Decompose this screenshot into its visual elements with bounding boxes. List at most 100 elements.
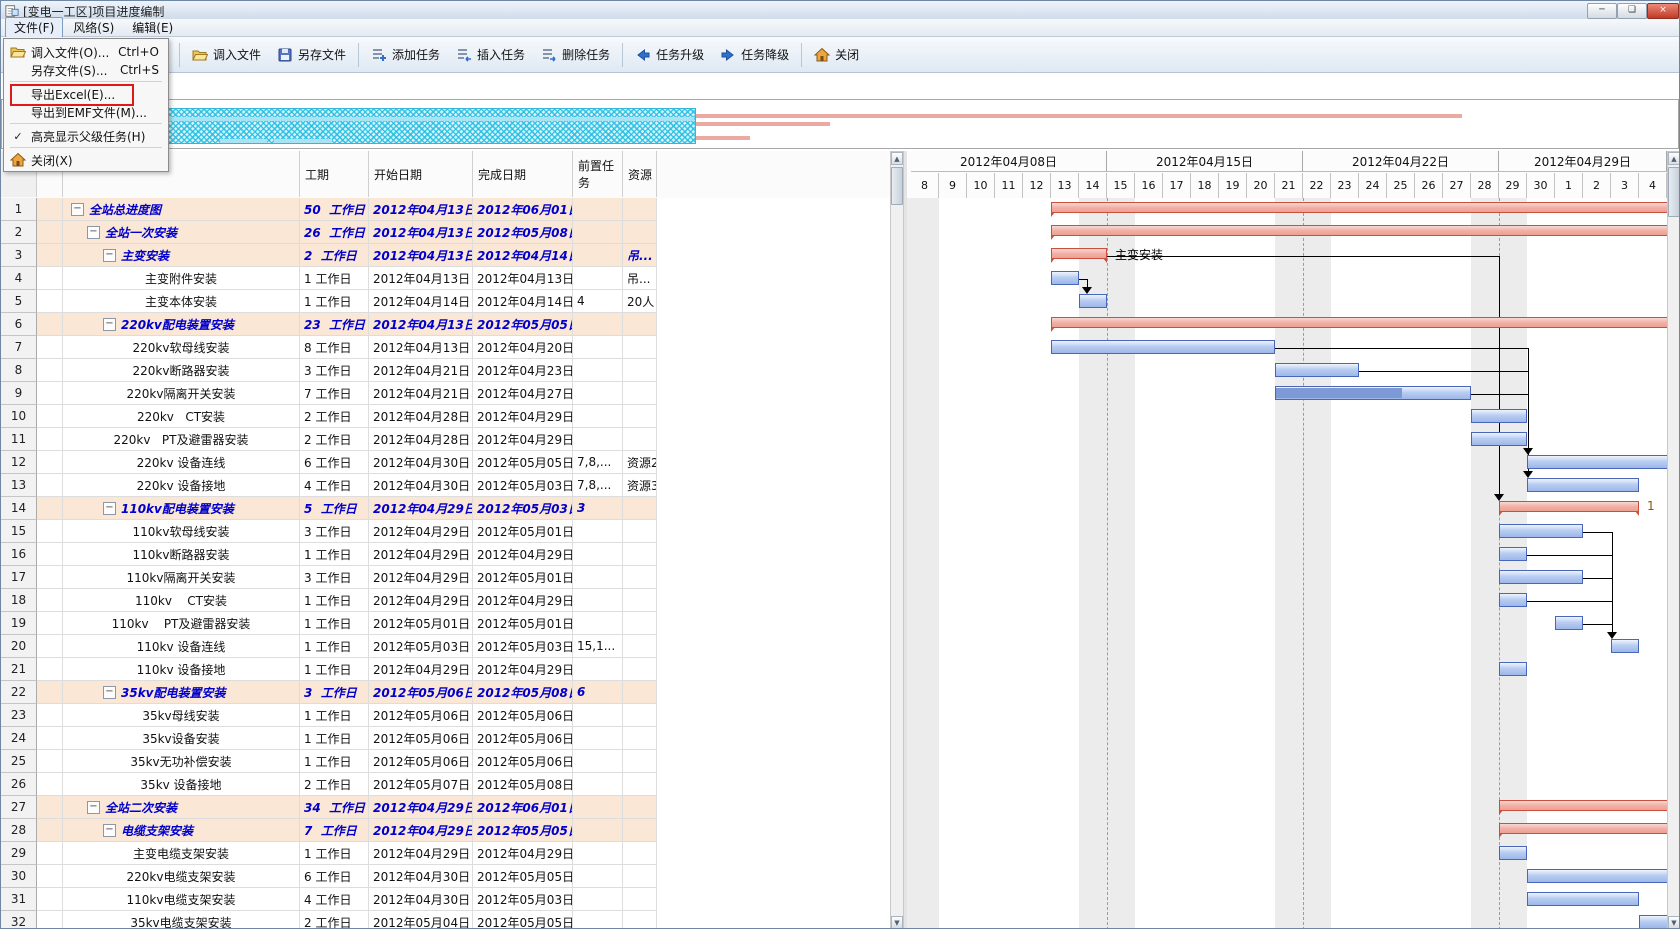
gantt-bar-task[interactable] — [1527, 892, 1639, 906]
table-row[interactable]: 2635kv 设备接地2 工作日2012年05月07日2012年05月08日 — [1, 773, 890, 796]
scroll-up-icon[interactable]: ▲ — [891, 152, 903, 165]
table-row[interactable]: 11220kv PT及避雷器安装2 工作日2012年04月28日2012年04月… — [1, 428, 890, 451]
table-row[interactable]: 20110kv 设备连线1 工作日2012年05月03日2012年05月03日1… — [1, 635, 890, 658]
scroll-thumb[interactable] — [891, 167, 903, 205]
gantt-bar-summary[interactable] — [1051, 317, 1667, 328]
table-row[interactable]: 16110kv断路器安装1 工作日2012年04月29日2012年04月29日 — [1, 543, 890, 566]
table-row[interactable]: 15110kv软母线安装3 工作日2012年04月29日2012年05月01日 — [1, 520, 890, 543]
gantt-bar-summary[interactable] — [1499, 823, 1667, 834]
gantt-bar-summary[interactable] — [1499, 800, 1667, 811]
table-row[interactable]: 17110kv隔离开关安装3 工作日2012年04月29日2012年05月01日 — [1, 566, 890, 589]
gantt-bar-task[interactable] — [1079, 294, 1107, 308]
collapse-icon[interactable]: − — [103, 249, 116, 262]
gantt-bar-summary[interactable] — [1051, 248, 1107, 259]
promote-task-button[interactable]: 任务升级 — [627, 43, 712, 66]
close-button[interactable]: × — [1647, 3, 1679, 19]
table-scrollbar[interactable]: ▲▼ — [890, 151, 904, 929]
menu-item-save-as[interactable]: 另存文件(S)...Ctrl+S — [5, 61, 167, 79]
menu-item-close[interactable]: 关闭(X) — [5, 151, 167, 169]
gantt-bar-task[interactable] — [1499, 570, 1583, 584]
add-task-button[interactable]: 添加任务 — [363, 43, 448, 66]
demote-task-button[interactable]: 任务降级 — [712, 43, 797, 66]
gantt-bar-summary[interactable] — [1051, 202, 1667, 213]
gantt-bar-task[interactable] — [1051, 271, 1079, 285]
gantt-bar-task[interactable] — [1499, 662, 1527, 676]
gantt-bar-task[interactable] — [1499, 846, 1527, 860]
gantt-scrollbar[interactable]: ▲▼ — [1667, 151, 1680, 929]
timeline-overview-band[interactable] — [1, 99, 1679, 149]
gantt-bar-task[interactable] — [1499, 547, 1527, 561]
menubar-item-network[interactable]: 风络(S) — [65, 18, 122, 37]
cell-start-value: 2012年04月30日 — [373, 868, 470, 885]
table-row[interactable]: 7220kv软母线安装8 工作日2012年04月13日2012年04月20日 — [1, 336, 890, 359]
table-row[interactable]: 28−电缆支架安装7 工作日2012年04月29日2012年05月05日 — [1, 819, 890, 842]
table-row[interactable]: 4主变附件安装1 工作日2012年04月13日2012年04月13日吊... — [1, 267, 890, 290]
collapse-icon[interactable]: − — [87, 801, 100, 814]
gantt-bar-task[interactable] — [1499, 593, 1527, 607]
table-row[interactable]: 9220kv隔离开关安装7 工作日2012年04月21日2012年04月27日 — [1, 382, 890, 405]
scroll-thumb[interactable] — [1668, 167, 1680, 217]
table-row[interactable]: 3235kv电缆支架安装2 工作日2012年05月04日2012年05月05日 — [1, 911, 890, 929]
gantt-bar-task[interactable] — [1639, 915, 1667, 929]
gantt-bar-task[interactable] — [1611, 639, 1639, 653]
menubar-item-edit[interactable]: 编辑(E) — [124, 18, 181, 37]
gantt-bar-summary[interactable] — [1499, 501, 1639, 512]
collapse-icon[interactable]: − — [103, 502, 116, 515]
gantt-bar-task[interactable] — [1471, 409, 1527, 423]
table-row[interactable]: 22−35kv配电装置安装3 工作日2012年05月06日2012年05月08日… — [1, 681, 890, 704]
collapse-icon[interactable]: − — [87, 226, 100, 239]
gantt-bar-task[interactable] — [1275, 363, 1359, 377]
table-row[interactable]: 31110kv电缆支架安装4 工作日2012年04月30日2012年05月03日 — [1, 888, 890, 911]
cell-dur: 2 工作日 — [300, 428, 369, 451]
gantt-bar-task[interactable] — [1499, 524, 1583, 538]
table-row[interactable]: 2535kv无功补偿安装1 工作日2012年05月06日2012年05月06日 — [1, 750, 890, 773]
gantt-bar-task[interactable] — [1527, 478, 1639, 492]
table-row[interactable]: 3−主变安装2 工作日2012年04月13日2012年04月14日吊... — [1, 244, 890, 267]
scroll-down-icon[interactable]: ▼ — [891, 916, 903, 929]
close-button[interactable]: 关闭 — [806, 43, 867, 66]
table-row[interactable]: 30220kv电缆支架安装6 工作日2012年04月30日2012年05月05日 — [1, 865, 890, 888]
gantt-bar-summary[interactable] — [1051, 225, 1667, 236]
collapse-icon[interactable]: − — [103, 824, 116, 837]
table-row[interactable]: 10220kv CT安装2 工作日2012年04月28日2012年04月29日 — [1, 405, 890, 428]
table-row[interactable]: 12220kv 设备连线6 工作日2012年04月30日2012年05月05日7… — [1, 451, 890, 474]
gantt-bar-task[interactable] — [1527, 455, 1667, 469]
cell-finish: 2012年04月23日 — [473, 359, 573, 382]
insert-task-button[interactable]: 插入任务 — [448, 43, 533, 66]
gantt-bar-task[interactable] — [1555, 616, 1583, 630]
day-header-cell: 30 — [1527, 173, 1555, 198]
menu-item-load-file[interactable]: 调入文件(O)...Ctrl+O — [5, 43, 167, 61]
table-row[interactable]: 2−全站一次安装26 工作日2012年04月13日2012年05月08日 — [1, 221, 890, 244]
menubar-item-file[interactable]: 文件(F) — [5, 17, 63, 38]
collapse-icon[interactable]: − — [103, 318, 116, 331]
menu-item-highlight-parent-tasks[interactable]: ✓高亮显示父级任务(H) — [5, 127, 167, 145]
save-as-button[interactable]: 另存文件 — [269, 43, 354, 66]
gantt-bar-task[interactable] — [1471, 432, 1527, 446]
collapse-icon[interactable]: − — [71, 203, 84, 216]
table-row[interactable]: 14−110kv配电装置安装5 工作日2012年04月29日2012年05月03… — [1, 497, 890, 520]
table-row[interactable]: 1−全站总进度图50 工作日2012年04月13日2012年06月01日 — [1, 198, 890, 221]
gantt-bar-task[interactable] — [1275, 386, 1471, 400]
table-row[interactable]: 27−全站二次安装34 工作日2012年04月29日2012年06月01日 — [1, 796, 890, 819]
delete-task-button[interactable]: 删除任务 — [533, 43, 618, 66]
scroll-up-icon[interactable]: ▲ — [1668, 152, 1680, 165]
table-row[interactable]: 21110kv 设备接地1 工作日2012年04月29日2012年04月29日 — [1, 658, 890, 681]
cell-pred — [573, 750, 623, 773]
table-row[interactable]: 2435kv设备安装1 工作日2012年05月06日2012年05月06日 — [1, 727, 890, 750]
table-row[interactable]: 6−220kv配电装置安装23 工作日2012年04月13日2012年05月05… — [1, 313, 890, 336]
table-row[interactable]: 13220kv 设备接地4 工作日2012年04月30日2012年05月03日7… — [1, 474, 890, 497]
table-row[interactable]: 2335kv母线安装1 工作日2012年05月06日2012年05月06日 — [1, 704, 890, 727]
table-row[interactable]: 18110kv CT安装1 工作日2012年04月29日2012年04月29日 — [1, 589, 890, 612]
minimize-button[interactable]: ─ — [1587, 3, 1617, 19]
table-row[interactable]: 29主变电缆支架安装1 工作日2012年04月29日2012年04月29日 — [1, 842, 890, 865]
table-row[interactable]: 19110kv PT及避雷器安装1 工作日2012年05月01日2012年05月… — [1, 612, 890, 635]
table-row[interactable]: 8220kv断路器安装3 工作日2012年04月21日2012年04月23日 — [1, 359, 890, 382]
task-name: 220kv 设备连线 — [137, 454, 226, 471]
table-row[interactable]: 5主变本体安装1 工作日2012年04月14日2012年04月14日420人 — [1, 290, 890, 313]
collapse-icon[interactable]: − — [103, 686, 116, 699]
load-file-button[interactable]: 调入文件 — [184, 43, 269, 66]
gantt-bar-task[interactable] — [1527, 869, 1667, 883]
scroll-down-icon[interactable]: ▼ — [1668, 916, 1680, 929]
maximize-button[interactable]: ❏ — [1617, 3, 1647, 19]
gantt-bar-task[interactable] — [1051, 340, 1275, 354]
